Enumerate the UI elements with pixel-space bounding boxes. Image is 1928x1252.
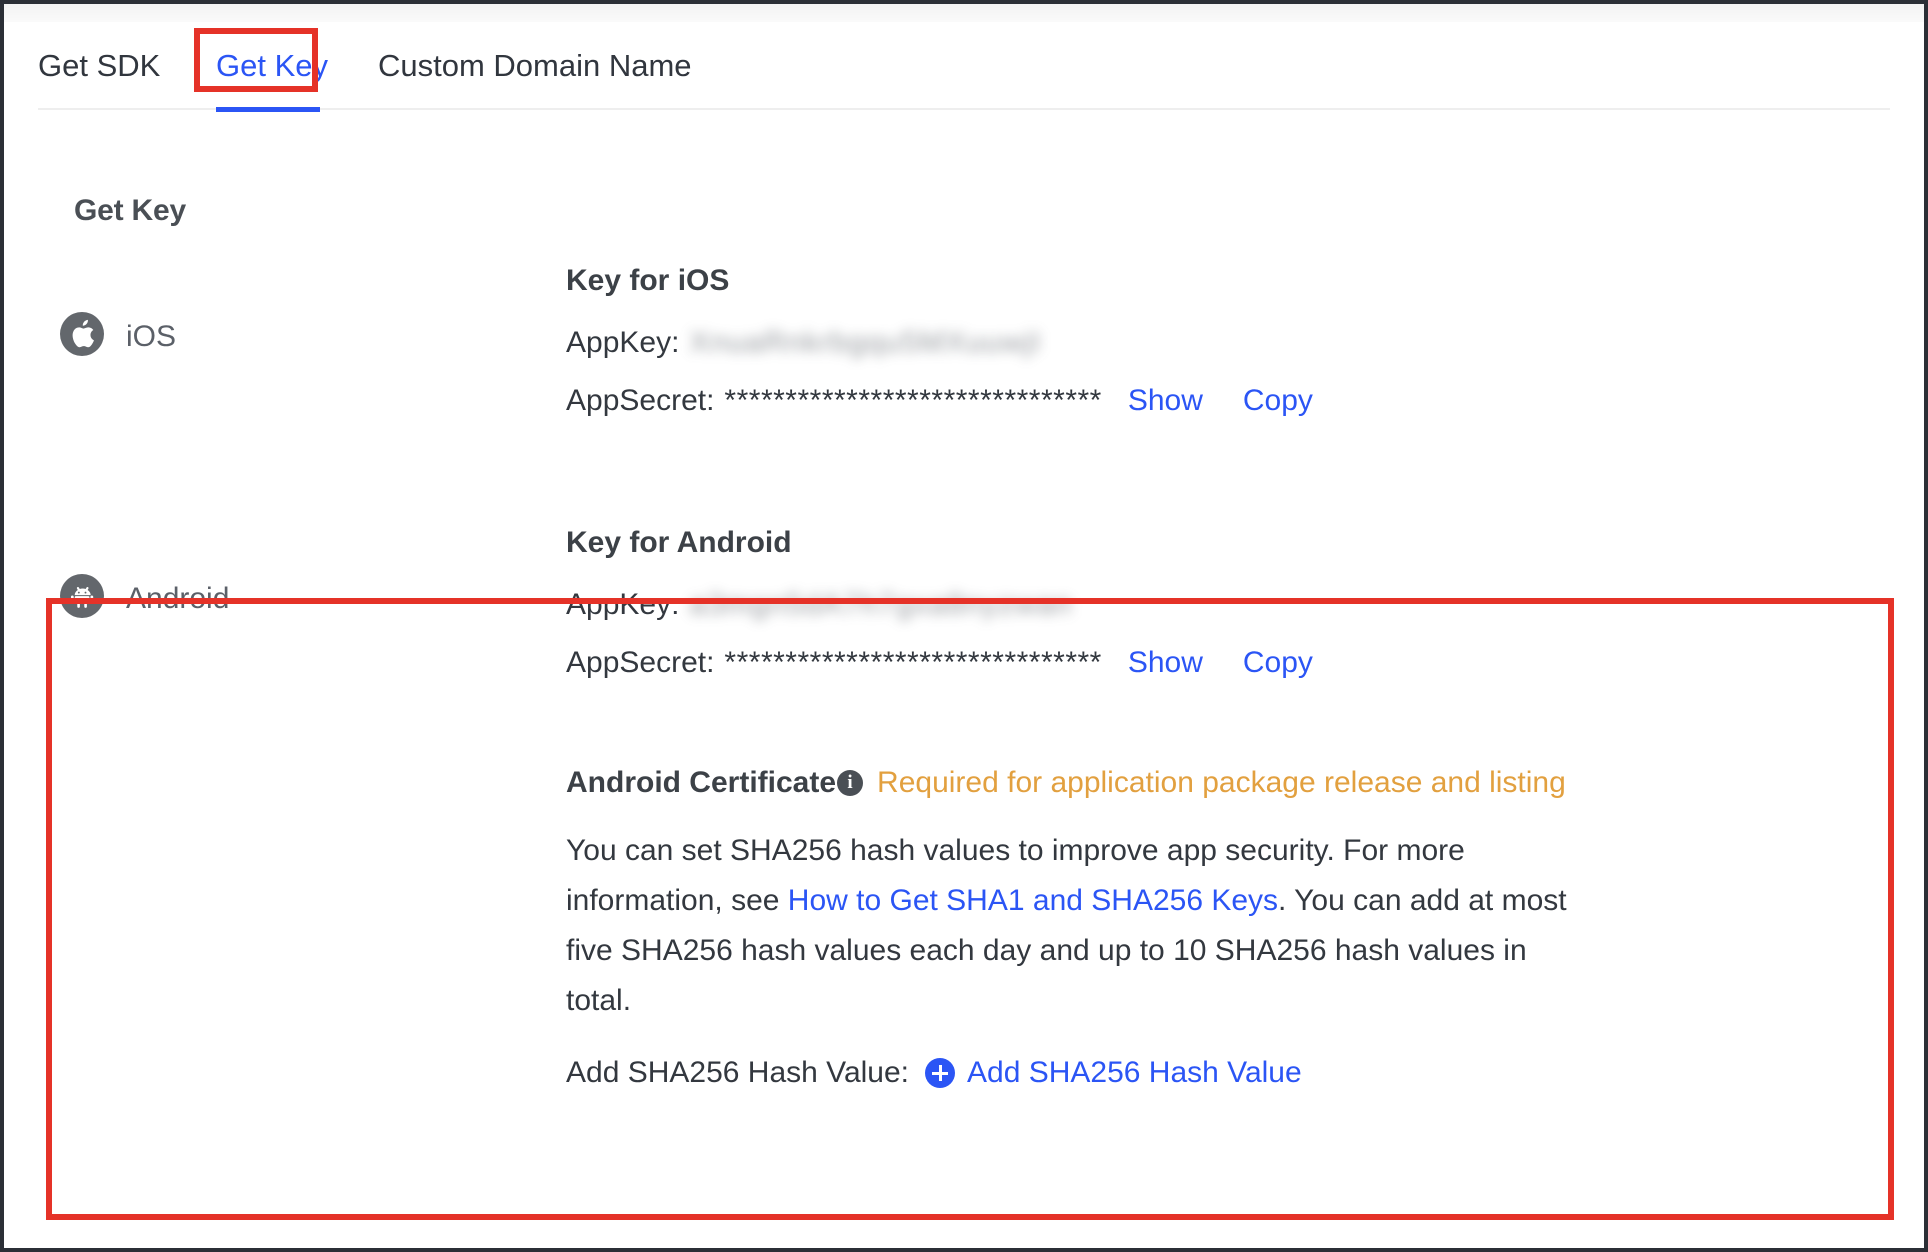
appkey-label-android: AppKey: [566, 588, 680, 621]
appkey-label-ios: AppKey: [566, 326, 680, 359]
apple-icon [60, 312, 104, 356]
info-icon[interactable]: i [837, 770, 864, 796]
window-top-strip [4, 4, 1924, 22]
tab-bar: Get SDK Get Key Custom Domain Name [4, 22, 1924, 112]
tab-get-sdk[interactable]: Get SDK [38, 46, 160, 86]
certificate-required-note: Required for application package release… [877, 766, 1566, 799]
copy-link-ios[interactable]: Copy [1243, 384, 1313, 418]
android-icon [60, 574, 104, 618]
key-heading-android: Key for Android [566, 526, 792, 559]
show-link-android[interactable]: Show [1128, 646, 1203, 680]
android-certificate-section: Android Certificate i Required for appli… [566, 766, 1576, 1090]
add-sha256-link[interactable]: Add SHA256 Hash Value [967, 1056, 1302, 1090]
active-tab-underline [216, 107, 320, 112]
tab-custom-domain-name[interactable]: Custom Domain Name [378, 46, 692, 86]
show-link-ios[interactable]: Show [1128, 384, 1203, 418]
plus-icon[interactable] [925, 1058, 955, 1088]
add-sha256-label: Add SHA256 Hash Value: [566, 1056, 909, 1089]
platform-label-ios: iOS [126, 320, 177, 353]
appkey-row-ios: AppKey: XnuaRnkrbgqu5MXuuwjI [566, 326, 1313, 360]
certificate-title: Android Certificate [566, 766, 837, 799]
key-heading-ios: Key for iOS [566, 264, 730, 297]
certificate-heading-row: Android Certificate i Required for appli… [566, 766, 1576, 800]
how-to-get-keys-link[interactable]: How to Get SHA1 and SHA256 Keys [788, 884, 1278, 917]
appsecret-value-ios: ******************************* [724, 384, 1102, 417]
appkey-row-android: AppKey: a3mgn5dA7h7gxa8nyzwan [566, 588, 1576, 622]
key-block-android: Key for Android AppKey: a3mgn5dA7h7gxa8n… [566, 526, 1576, 1090]
appsecret-value-android: ******************************* [724, 646, 1102, 679]
appsecret-row-ios: AppSecret: *****************************… [566, 384, 1313, 418]
appsecret-label-ios: AppSecret: [566, 384, 715, 417]
tab-get-key[interactable]: Get Key [216, 46, 328, 86]
platform-label-android: Android [126, 582, 230, 615]
appkey-value-android: a3mgn5dA7h7gxa8nyzwan [689, 588, 1073, 621]
appsecret-row-android: AppSecret: *****************************… [566, 646, 1576, 680]
key-block-ios: Key for iOS AppKey: XnuaRnkrbgqu5MXuuwjI… [566, 264, 1313, 442]
copy-link-android[interactable]: Copy [1243, 646, 1313, 680]
add-sha256-row: Add SHA256 Hash Value: Add SHA256 Hash V… [566, 1056, 1576, 1090]
certificate-description: You can set SHA256 hash values to improv… [566, 826, 1576, 1026]
appkey-value-ios: XnuaRnkrbgqu5MXuuwjI [689, 326, 1042, 359]
appsecret-label-android: AppSecret: [566, 646, 715, 679]
screenshot-root: Get SDK Get Key Custom Domain Name Get K… [0, 0, 1928, 1252]
page-title: Get Key [74, 194, 186, 227]
